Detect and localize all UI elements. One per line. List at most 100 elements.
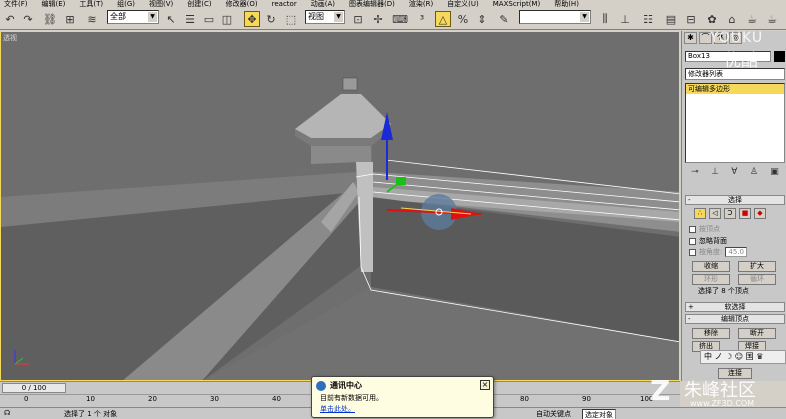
element-level-icon[interactable]: ◆ [754, 208, 766, 219]
notification-link[interactable]: 单击此处。 [320, 404, 355, 414]
break-button[interactable]: 断开 [738, 328, 776, 339]
loop-button[interactable]: 循环 [738, 274, 776, 285]
quick-render-icon[interactable]: ☕ [764, 11, 780, 27]
edit-vertices-title: 编辑顶点 [721, 315, 749, 323]
auto-key-label[interactable]: 自动关键点 [536, 409, 571, 419]
pin-stack-icon[interactable]: ⊸ [691, 167, 699, 181]
object-color-swatch[interactable] [774, 51, 785, 62]
ignore-backfacing-checkbox[interactable]: 忽略背面 [689, 236, 727, 246]
layer-manager-icon[interactable]: ☷ [640, 11, 656, 27]
link-icon[interactable]: ⛓ [42, 11, 58, 27]
edit-vertices-rollout-header[interactable]: - 编辑顶点 [685, 314, 785, 324]
tick-label: 40 [272, 395, 281, 403]
menu-animation[interactable]: 动画(A) [311, 0, 335, 8]
close-icon[interactable]: × [480, 380, 490, 390]
menu-create[interactable]: 创建(C) [187, 0, 211, 8]
window-crossing-icon[interactable]: ◫ [219, 11, 235, 27]
remove-modifier-icon[interactable]: ♙ [750, 167, 758, 181]
modifier-stack[interactable]: 可编辑多边形 [685, 83, 785, 163]
vertex-level-icon[interactable]: ∴ [694, 208, 706, 219]
reference-coord-dropdown[interactable]: 视图 ▼ [305, 10, 345, 24]
configure-modifier-icon[interactable]: ▣ [770, 167, 779, 181]
remove-button[interactable]: 移除 [692, 328, 730, 339]
select-manipulate-icon[interactable]: ✢ [370, 11, 386, 27]
zhulong-url-watermark: www.ZF3D.COM [690, 399, 755, 408]
bind-space-warp-icon[interactable]: ≋ [84, 11, 100, 27]
youku-cn-watermark: 优酷 [724, 51, 758, 71]
scene-geometry [1, 77, 679, 380]
scale-icon[interactable]: ⬚ [283, 11, 299, 27]
menu-rendering[interactable]: 渲染(R) [409, 0, 433, 8]
redo-icon[interactable]: ↷ [20, 11, 36, 27]
main-toolbar: ↶ ↷ ⛓ ⊞ ≋ 全部 ▼ ↖ ☰ ▭ ◫ ✥ ↻ ⬚ 视图 ▼ ⊡ ✢ ⌨ … [0, 8, 786, 30]
stack-item-editable-poly[interactable]: 可编辑多边形 [686, 84, 784, 94]
move-icon[interactable]: ✥ [244, 11, 260, 27]
edge-level-icon[interactable]: ◁ [709, 208, 721, 219]
menu-help[interactable]: 帮助(H) [554, 0, 579, 8]
by-vertex-checkbox[interactable]: 按顶点 [689, 224, 720, 234]
grow-button[interactable]: 扩大 [738, 261, 776, 272]
spinner-snap-icon[interactable]: ⇕ [474, 11, 490, 27]
selection-rollout-title: 选择 [728, 196, 742, 204]
make-unique-icon[interactable]: ∀ [731, 167, 737, 181]
snap-toggle-icon[interactable]: ³ [414, 11, 430, 27]
undo-icon[interactable]: ↶ [2, 11, 18, 27]
create-tab-icon[interactable]: ✱ [684, 32, 697, 44]
menu-maxscript[interactable]: MAXScript(M) [493, 0, 540, 8]
ring-button[interactable]: 环形 [692, 274, 730, 285]
perspective-viewport[interactable]: 透视 [0, 31, 680, 381]
menu-modifiers[interactable]: 修改器(O) [226, 0, 258, 8]
border-level-icon[interactable]: Ɔ [724, 208, 736, 219]
menu-edit[interactable]: 编辑(E) [42, 0, 66, 8]
minus-icon: - [688, 315, 691, 323]
curve-editor-icon[interactable]: ▤ [663, 11, 679, 27]
mirror-icon[interactable]: ⫼ [597, 11, 613, 27]
checkbox-box [689, 225, 696, 233]
minus-icon: - [688, 196, 691, 204]
select-by-name-icon[interactable]: ☰ [182, 11, 198, 27]
zhulong-logo-icon: Z [650, 374, 671, 407]
select-object-icon[interactable]: ↖ [163, 11, 179, 27]
angle-snap-icon[interactable]: △ [435, 11, 451, 27]
by-angle-label: 按角度: [699, 248, 723, 256]
percent-snap-icon[interactable]: % [455, 11, 471, 27]
menu-graph-editors[interactable]: 图表编辑器(D) [349, 0, 395, 8]
render-setup-icon[interactable]: ⌂ [724, 11, 740, 27]
selection-filter-value: 全部 [110, 12, 126, 21]
named-selection-dropdown[interactable]: ▼ [519, 10, 591, 24]
chevron-down-icon: ▼ [148, 12, 157, 22]
selected-set-dropdown[interactable]: 选定对象 [582, 409, 616, 419]
pivot-center-icon[interactable]: ⊡ [350, 11, 366, 27]
info-icon [316, 381, 326, 391]
align-icon[interactable]: ⊥ [617, 11, 633, 27]
tick-label: 80 [520, 395, 529, 403]
by-angle-checkbox[interactable]: 按角度: 45.0 [689, 247, 747, 257]
polygon-level-icon[interactable]: ■ [739, 208, 751, 219]
shrink-button[interactable]: 收缩 [692, 261, 730, 272]
soft-selection-rollout-header[interactable]: + 软选择 [685, 302, 785, 312]
plus-icon: + [688, 303, 694, 311]
pillar-roof [295, 94, 391, 138]
angle-value-field[interactable]: 45.0 [725, 247, 747, 257]
checkbox-box [689, 237, 696, 245]
communication-center-popup: 通讯中心 目前有新数据可用。 单击此处。 × [311, 376, 494, 418]
menu-reactor[interactable]: reactor [272, 0, 297, 8]
show-end-result-icon[interactable]: ⊥ [711, 167, 719, 181]
selection-filter-dropdown[interactable]: 全部 ▼ [107, 10, 159, 24]
rotate-icon[interactable]: ↻ [263, 11, 279, 27]
unlink-icon[interactable]: ⊞ [62, 11, 78, 27]
keyboard-shortcut-icon[interactable]: ⌨ [392, 11, 408, 27]
menu-tools[interactable]: 工具(T) [79, 0, 103, 8]
render-icon[interactable]: ☕ [744, 11, 760, 27]
time-slider[interactable]: 0 / 100 [2, 383, 66, 393]
menu-group[interactable]: 组(G) [117, 0, 135, 8]
ime-floating-toolbar[interactable]: 中 ノ ☽ ☺ 国 ♛ [700, 350, 786, 364]
menu-file[interactable]: 文件(F) [4, 0, 28, 8]
schematic-view-icon[interactable]: ⊟ [683, 11, 699, 27]
material-editor-icon[interactable]: ✿ [704, 11, 720, 27]
selection-rollout-header[interactable]: - 选择 [685, 195, 785, 205]
named-selection-icon[interactable]: ✎ [496, 11, 512, 27]
menu-customize[interactable]: 自定义(U) [447, 0, 479, 8]
menu-views[interactable]: 视图(V) [149, 0, 173, 8]
rect-selection-icon[interactable]: ▭ [201, 11, 217, 27]
